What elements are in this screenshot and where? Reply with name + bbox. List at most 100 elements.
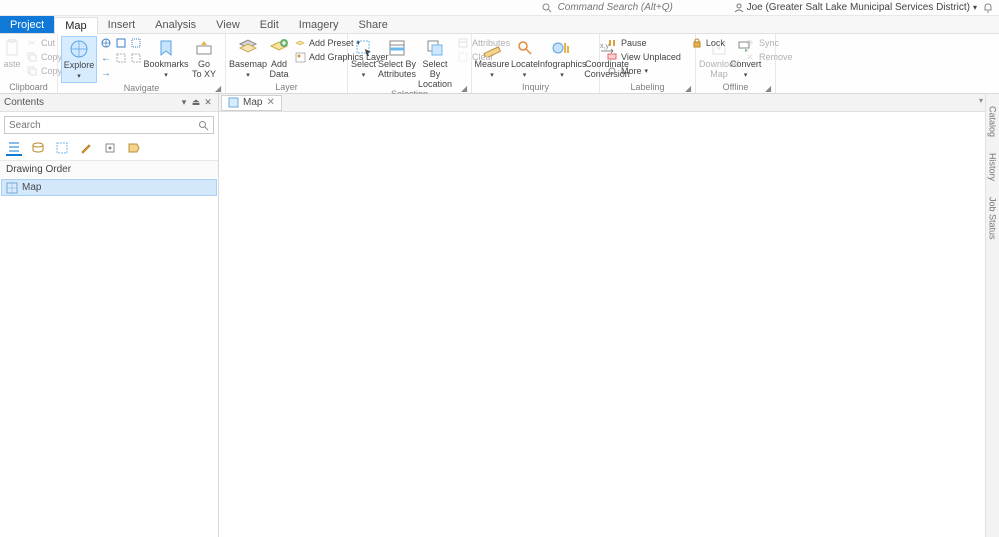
select-by-location-icon	[425, 38, 445, 58]
goto-xy-button[interactable]: Go To XY	[189, 36, 219, 79]
contents-pane-header: Contents ▾ ⏏ ✕	[0, 94, 218, 112]
search-icon	[542, 3, 552, 13]
basemap-button[interactable]: Basemap▾	[229, 36, 267, 81]
select-icon	[354, 38, 374, 58]
map-canvas[interactable]	[219, 112, 985, 537]
remove-button[interactable]: ✕Remove	[741, 50, 796, 64]
pause-labeling-button[interactable]: Pause	[603, 36, 684, 50]
contents-pane: Contents ▾ ⏏ ✕ Drawing Order Map	[0, 94, 219, 537]
list-by-source-button[interactable]	[30, 140, 46, 156]
more-icon	[606, 65, 618, 77]
offline-dialog-launcher[interactable]: ◢	[765, 84, 773, 92]
map-icon	[228, 97, 239, 108]
list-by-snapping-button[interactable]	[102, 140, 118, 156]
selection-dialog-launcher[interactable]: ◢	[461, 84, 469, 92]
group-labeling: Pause View Unplaced More ▾ Lock Convert▾…	[600, 34, 696, 93]
contents-pane-close[interactable]: ✕	[202, 97, 214, 108]
contents-search-input[interactable]	[9, 120, 198, 131]
clear-icon	[457, 51, 469, 63]
nav-fixed-zoom-out[interactable]	[129, 36, 143, 50]
basemap-icon	[238, 38, 258, 58]
navigate-dialog-launcher[interactable]: ◢	[215, 84, 223, 92]
sync-button[interactable]: ⟳Sync	[741, 36, 796, 50]
group-layer-label: Layer	[229, 82, 344, 93]
remove-icon: ✕	[744, 51, 756, 63]
group-selection: Select▾ Select By Attributes Select By L…	[348, 34, 472, 93]
tab-project[interactable]: Project	[0, 16, 54, 33]
view-tab-strip: Map ✕	[219, 94, 985, 112]
paste-icon	[2, 38, 22, 58]
tab-map[interactable]: Map	[54, 17, 97, 34]
tab-share[interactable]: Share	[349, 16, 398, 33]
contents-search-row	[0, 112, 218, 138]
view-tab-close[interactable]: ✕	[266, 97, 274, 108]
command-search-input[interactable]	[558, 2, 728, 13]
infographics-icon	[552, 38, 572, 58]
tab-imagery[interactable]: Imagery	[289, 16, 349, 33]
nav-next-extent[interactable]: →	[99, 66, 113, 80]
nav-full-extent[interactable]	[99, 36, 113, 50]
list-by-drawing-order-button[interactable]	[6, 140, 22, 156]
attributes-icon	[457, 37, 469, 49]
view-tab-strip-menu[interactable]: ▾	[979, 96, 983, 105]
nav-fixed-zoom-in[interactable]	[114, 36, 128, 50]
drawing-order-header: Drawing Order	[0, 161, 218, 178]
add-data-button[interactable]: Add Data	[269, 36, 289, 79]
view-unplaced-icon	[606, 51, 618, 63]
notifications-icon[interactable]	[983, 3, 993, 13]
download-map-icon	[709, 38, 729, 58]
locate-button[interactable]: Locate▾	[511, 36, 538, 81]
group-clipboard-label: Clipboard	[3, 82, 54, 93]
nav-prev-extent[interactable]: ←	[99, 51, 113, 65]
measure-icon	[482, 38, 502, 58]
list-by-labeling-button[interactable]	[126, 140, 142, 156]
signed-in-user[interactable]: Joe (Greater Salt Lake Municipal Service…	[734, 2, 977, 13]
ribbon: aste ✂Cut Copy Copy Path Clipboard Explo…	[0, 34, 999, 94]
sync-icon: ⟳	[744, 37, 756, 49]
pause-icon	[606, 37, 618, 49]
ribbon-tabs: Project Map Insert Analysis View Edit Im…	[0, 16, 999, 34]
user-icon	[734, 3, 744, 13]
tab-insert[interactable]: Insert	[98, 16, 146, 33]
view-tab-label: Map	[243, 97, 262, 108]
bookmarks-button[interactable]: Bookmarks▾	[145, 36, 187, 81]
workspace: Contents ▾ ⏏ ✕ Drawing Order Map	[0, 94, 999, 537]
view-tab-map[interactable]: Map ✕	[221, 95, 282, 111]
nav-zoom-selection[interactable]	[114, 51, 128, 65]
locate-icon	[515, 38, 535, 58]
explore-button[interactable]: Explore▾	[61, 36, 97, 83]
select-button[interactable]: Select▾	[351, 36, 376, 81]
list-by-editing-button[interactable]	[78, 140, 94, 156]
side-tab-history[interactable]: History	[988, 149, 998, 185]
view-unplaced-button[interactable]: View Unplaced	[603, 50, 684, 64]
more-labeling-button[interactable]: More ▾	[603, 64, 684, 78]
side-tab-job-status[interactable]: Job Status	[988, 193, 998, 244]
select-by-attributes-button[interactable]: Select By Attributes	[378, 36, 416, 79]
goto-xy-icon	[194, 38, 214, 58]
add-preset-icon	[294, 37, 306, 49]
list-by-selection-button[interactable]	[54, 140, 70, 156]
group-clipboard: aste ✂Cut Copy Copy Path Clipboard	[0, 34, 58, 93]
map-icon	[6, 182, 18, 194]
nav-grid-6[interactable]	[129, 51, 143, 65]
select-by-location-button[interactable]: Select By Location	[418, 36, 452, 89]
side-tab-catalog[interactable]: Catalog	[988, 102, 998, 141]
layer-map-row[interactable]: Map	[1, 179, 217, 196]
contents-toolbar	[0, 138, 218, 161]
tab-analysis[interactable]: Analysis	[145, 16, 206, 33]
infographics-button[interactable]: Infographics▾	[540, 36, 584, 81]
contents-pane-autohide[interactable]: ⏏	[190, 97, 202, 108]
download-map-button[interactable]: Download Map	[699, 36, 739, 79]
group-labeling-label: Labeling	[603, 82, 692, 93]
contents-pane-menu[interactable]: ▾	[178, 97, 190, 108]
paste-button[interactable]: aste	[3, 36, 21, 69]
measure-button[interactable]: Measure▾	[475, 36, 509, 81]
tab-edit[interactable]: Edit	[250, 16, 289, 33]
copy-path-icon	[26, 65, 38, 77]
search-icon[interactable]	[198, 120, 209, 131]
explore-icon	[69, 39, 89, 59]
title-bar: Joe (Greater Salt Lake Municipal Service…	[0, 0, 999, 16]
tab-view[interactable]: View	[206, 16, 250, 33]
user-dropdown-caret: ▾	[973, 3, 977, 12]
labeling-dialog-launcher[interactable]: ◢	[685, 84, 693, 92]
